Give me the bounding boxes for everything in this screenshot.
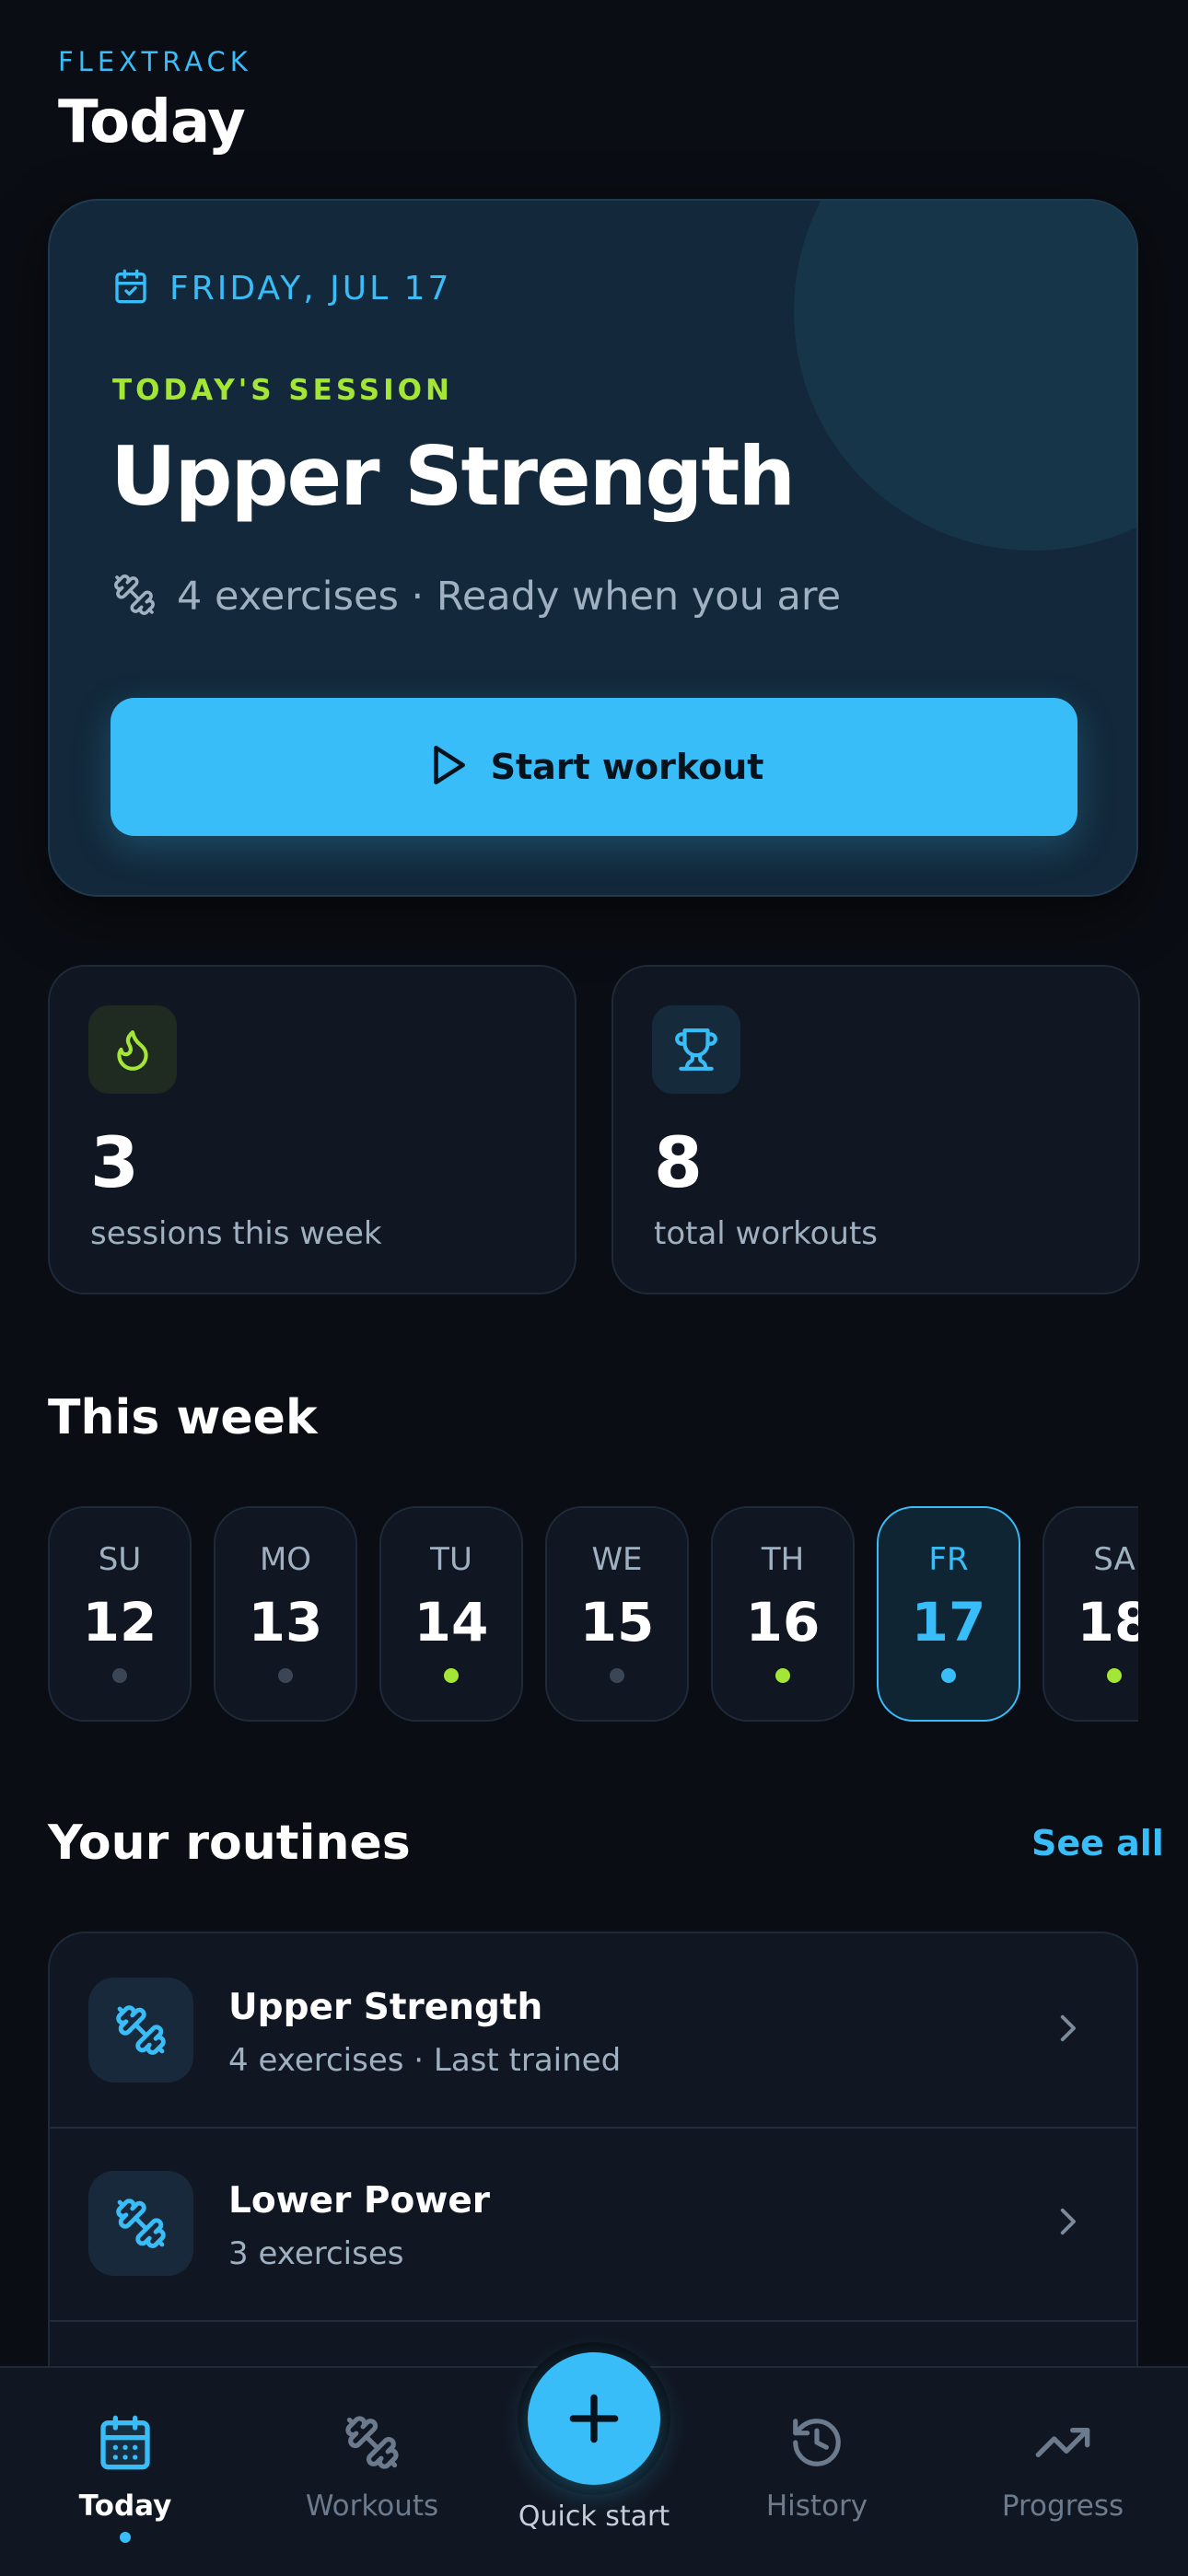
day-abbr: TH <box>761 1541 805 1578</box>
plus-icon <box>569 2394 619 2443</box>
day-status-dot <box>278 1668 293 1683</box>
day-abbr: FR <box>928 1541 969 1578</box>
day-number: 17 <box>911 1591 986 1654</box>
stat-label: sessions this week <box>90 1215 382 1252</box>
dumbbell-icon <box>88 1978 193 2083</box>
day-chip-tue[interactable]: TU 14 <box>379 1506 523 1722</box>
active-tab-indicator <box>120 2532 131 2543</box>
tab-history[interactable]: History <box>716 2368 918 2576</box>
dumbbell-icon <box>88 2171 193 2276</box>
routines-section-title: Your routines <box>48 1816 411 1871</box>
decorative-circle <box>794 201 1136 551</box>
day-abbr: SA <box>1093 1541 1136 1578</box>
day-status-dot <box>444 1668 459 1683</box>
stat-value: 8 <box>654 1121 703 1203</box>
stat-card-sessions: 3 sessions this week <box>48 965 577 1294</box>
calendar-check-icon <box>112 267 149 309</box>
page-title: Today <box>58 88 246 157</box>
quick-start-label: Quick start <box>518 2501 670 2533</box>
todays-session-card: FRIDAY, JUL 17 TODAY'S SESSION Upper Str… <box>48 199 1138 897</box>
see-all-link[interactable]: See all <box>1031 1823 1164 1863</box>
day-chip-thu[interactable]: TH 16 <box>711 1506 855 1722</box>
day-number: 12 <box>82 1591 157 1654</box>
day-status-dot <box>610 1668 624 1683</box>
stat-value: 3 <box>90 1121 139 1203</box>
tab-label: Today <box>78 2489 172 2523</box>
day-abbr: SU <box>98 1541 142 1578</box>
routine-name: Upper Strength <box>228 1987 543 2028</box>
day-status-dot <box>941 1668 956 1683</box>
session-name: Upper Strength <box>111 429 796 524</box>
day-number: 15 <box>579 1591 655 1654</box>
trophy-icon <box>652 1005 740 1094</box>
history-icon <box>788 2410 845 2475</box>
routine-subtitle: 4 exercises · Last trained <box>228 2042 622 2079</box>
chevron-right-icon <box>1048 2202 1087 2245</box>
stat-card-total: 8 total workouts <box>611 965 1140 1294</box>
trending-up-icon <box>1033 2410 1092 2475</box>
start-workout-button[interactable]: Start workout <box>111 698 1077 836</box>
chevron-right-icon <box>1048 2009 1087 2051</box>
tab-label: Workouts <box>305 2489 439 2523</box>
calendar-icon <box>96 2410 155 2475</box>
day-number: 18 <box>1077 1591 1138 1654</box>
routines-list: Upper Strength 4 exercises · Last traine… <box>48 1932 1138 2410</box>
date-row: FRIDAY, JUL 17 <box>112 267 451 309</box>
day-chip-wed[interactable]: WE 15 <box>545 1506 689 1722</box>
play-icon <box>425 742 471 792</box>
day-number: 16 <box>745 1591 821 1654</box>
app-brand: FLEXTRACK <box>58 46 252 77</box>
dumbbell-icon <box>344 2410 401 2475</box>
day-abbr: TU <box>430 1541 472 1578</box>
stat-label: total workouts <box>654 1215 879 1252</box>
session-date: FRIDAY, JUL 17 <box>169 269 452 307</box>
session-meta: 4 exercises · Ready when you are <box>177 574 842 620</box>
day-chip-fri[interactable]: FR 17 <box>877 1506 1020 1722</box>
tab-progress[interactable]: Progress <box>961 2368 1164 2576</box>
routine-row[interactable]: Lower Power 3 exercises <box>50 2127 1136 2322</box>
routine-subtitle: 3 exercises <box>228 2235 404 2272</box>
day-chip-sun[interactable]: SU 12 <box>48 1506 192 1722</box>
routine-name: Lower Power <box>228 2180 491 2222</box>
start-workout-label: Start workout <box>490 747 764 787</box>
day-abbr: WE <box>591 1541 643 1578</box>
quick-start-fab-ring <box>518 2342 670 2495</box>
day-status-dot <box>775 1668 790 1683</box>
day-status-dot <box>1107 1668 1122 1683</box>
tab-today[interactable]: Today <box>24 2368 227 2576</box>
day-abbr: MO <box>259 1541 312 1578</box>
tab-workouts[interactable]: Workouts <box>271 2368 473 2576</box>
day-chip-sat[interactable]: SA 18 <box>1042 1506 1138 1722</box>
week-day-strip[interactable]: SU 12 MO 13 TU 14 WE 15 TH 16 FR 17 SA 1… <box>48 1506 1138 1722</box>
day-number: 14 <box>413 1591 489 1654</box>
day-chip-mon[interactable]: MO 13 <box>214 1506 357 1722</box>
quick-start-button[interactable] <box>528 2352 660 2485</box>
routine-row[interactable]: Upper Strength 4 exercises · Last traine… <box>50 1933 1136 2129</box>
tab-label: Progress <box>1001 2489 1124 2523</box>
tab-label: History <box>765 2489 868 2523</box>
session-label: TODAY'S SESSION <box>112 374 453 407</box>
dumbbell-icon <box>112 573 157 621</box>
flame-icon <box>88 1005 177 1094</box>
session-meta-row: 4 exercises · Ready when you are <box>112 573 841 621</box>
day-number: 13 <box>248 1591 323 1654</box>
week-section-title: This week <box>48 1390 318 1445</box>
day-status-dot <box>112 1668 127 1683</box>
